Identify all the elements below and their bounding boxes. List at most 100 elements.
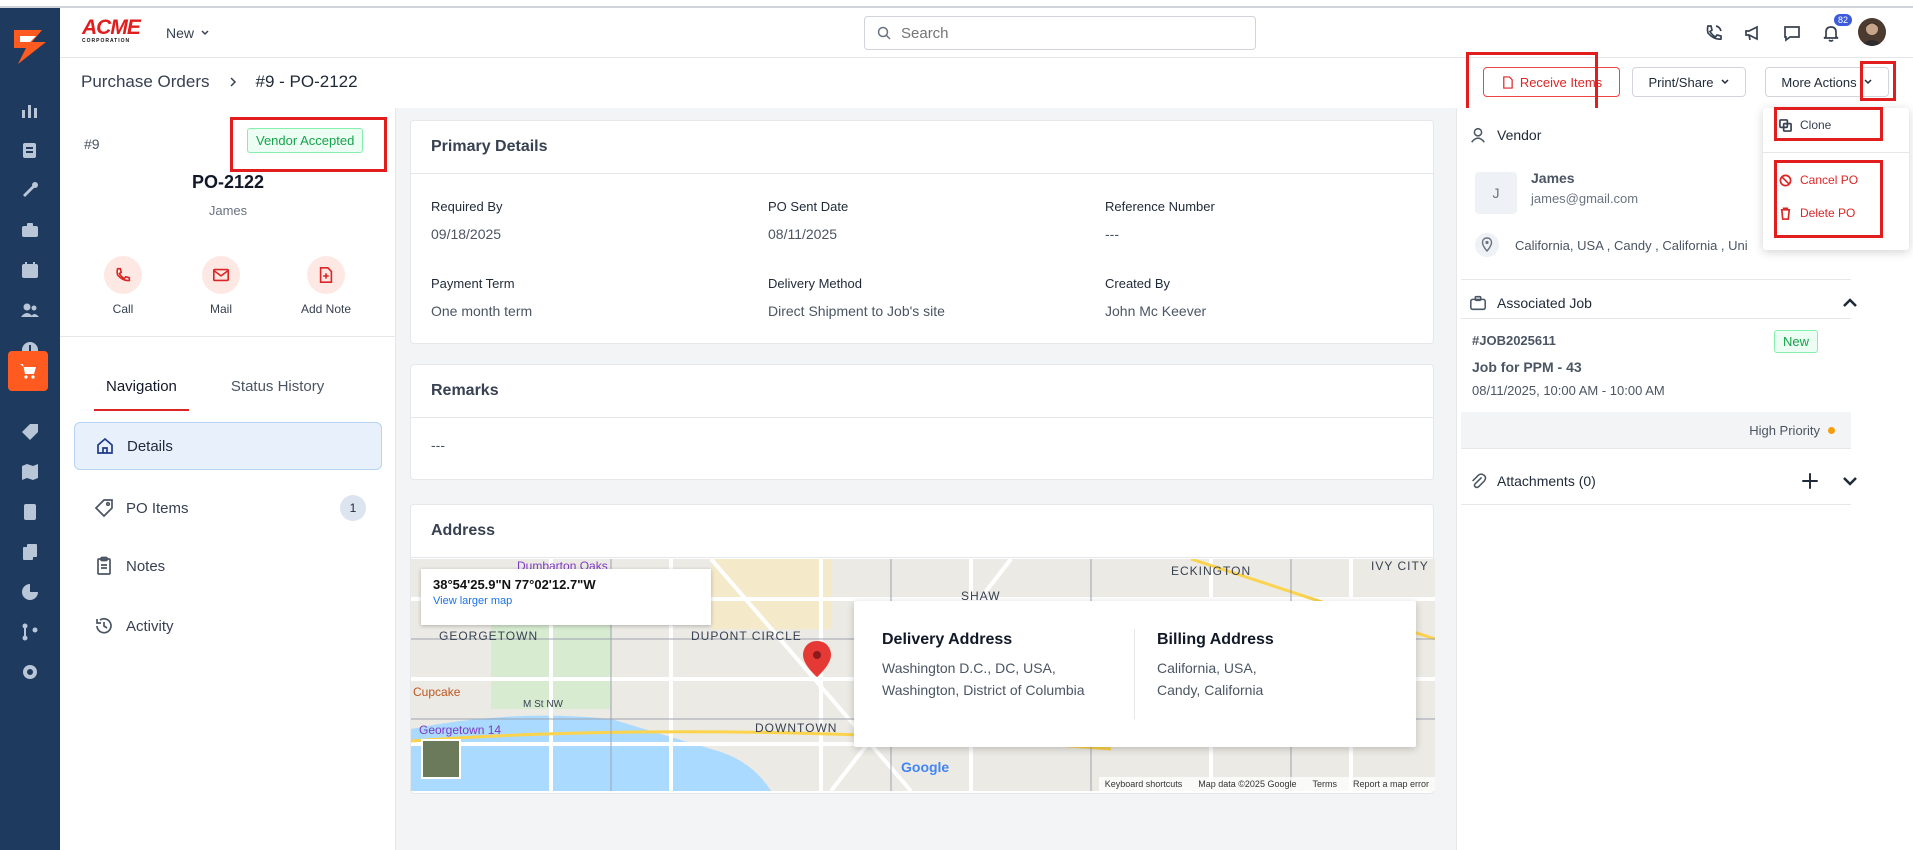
chat-icon[interactable] (1780, 21, 1804, 45)
workflow-icon[interactable] (0, 612, 60, 652)
vendor-location: California, USA , Candy , California , U… (1515, 238, 1748, 253)
invoices-icon[interactable] (0, 492, 60, 532)
map-keyboard-shortcuts[interactable]: Keyboard shortcuts (1105, 779, 1183, 789)
address-popup: Delivery Address Washington D.C., DC, US… (854, 601, 1416, 747)
search-input[interactable] (901, 24, 1231, 42)
phone-icon[interactable] (1702, 21, 1726, 45)
po-sent-date-value: 08/11/2025 (768, 226, 838, 242)
map-terms-link[interactable]: Terms (1312, 779, 1337, 789)
reference-number-label: Reference Number (1105, 199, 1215, 214)
map-label-eckington: ECKINGTON (1171, 564, 1252, 578)
chevron-down-icon (1720, 79, 1729, 85)
google-logo: Google (901, 759, 950, 775)
location-pin-icon (1475, 233, 1499, 257)
app-logo-icon[interactable] (8, 26, 52, 66)
required-by-label: Required By (431, 199, 503, 214)
map-footer: Keyboard shortcuts Map data ©2025 Google… (1098, 777, 1435, 791)
purchase-orders-cart-icon[interactable] (8, 351, 48, 391)
megaphone-icon[interactable] (1741, 21, 1765, 45)
map-label-ivy-city: IVY CITY (1371, 559, 1429, 573)
delivery-method-value: Direct Shipment to Job's site (768, 303, 945, 319)
page-subheader: Purchase Orders #9 - PO-2122 Receive Ite… (60, 58, 1913, 108)
user-avatar[interactable] (1858, 18, 1886, 46)
attachments-header[interactable]: Attachments (0) (1469, 472, 1859, 490)
menu-divider (1763, 152, 1909, 153)
map-report-link[interactable]: Report a map error (1353, 779, 1429, 789)
tab-navigation[interactable]: Navigation (94, 372, 189, 411)
mail-action[interactable]: Mail (186, 256, 256, 316)
job-id[interactable]: #JOB2025611 (1472, 333, 1556, 348)
remarks-value: --- (431, 437, 445, 453)
billing-address-title: Billing Address (1157, 631, 1274, 648)
map-label-georgetown14: Georgetown 14 (419, 723, 502, 737)
chevron-down-icon (201, 30, 209, 36)
po-title: PO-2122 (191, 172, 265, 192)
jobs-icon[interactable] (0, 210, 60, 250)
calendar-icon[interactable] (0, 250, 60, 290)
breadcrumb: Purchase Orders #9 - PO-2122 (81, 72, 358, 92)
delivery-address: Delivery Address Washington D.C., DC, US… (882, 631, 1085, 701)
delivery-method-field: Delivery Method Direct Shipment to Job's… (768, 276, 945, 319)
po-items-count-badge: 1 (340, 495, 366, 521)
history-icon (96, 617, 112, 634)
documents-icon[interactable] (0, 532, 60, 572)
brand-logo[interactable]: ACME CORPORATION (82, 17, 146, 48)
window-top-border (0, 0, 1913, 8)
job-priority: High Priority (1461, 412, 1851, 448)
nav-label-notes: Notes (126, 557, 166, 575)
chevron-right-icon (229, 77, 236, 87)
nav-label-details: Details (127, 437, 173, 455)
highlight-cancel-delete (1774, 160, 1883, 238)
associated-job-title: Associated Job (1497, 295, 1592, 311)
print-share-button[interactable]: Print/Share (1632, 67, 1746, 97)
add-note-action[interactable]: Add Note (291, 256, 361, 316)
po-summary-panel: #9 Vendor Accepted PO-2122 James Call Ma… (60, 108, 396, 850)
reference-number-field: Reference Number --- (1105, 199, 1215, 242)
bell-icon[interactable]: 82 (1819, 14, 1852, 45)
call-action[interactable]: Call (88, 256, 158, 316)
associated-job-header[interactable]: Associated Job (1469, 294, 1859, 312)
customers-icon[interactable] (0, 290, 60, 330)
delivery-address-line2: Washington, District of Columbia (882, 682, 1085, 698)
job-priority-label: High Priority (1749, 422, 1820, 438)
summary-divider (60, 336, 396, 337)
add-note-label: Add Note (300, 302, 352, 316)
breadcrumb-purchase-orders[interactable]: Purchase Orders (81, 72, 210, 92)
plus-icon[interactable] (1801, 472, 1819, 490)
analytics-pie-icon[interactable] (0, 572, 60, 612)
address-map[interactable]: GEORGETOWN DUPONT CIRCLE SHAW ECKINGTON … (411, 559, 1435, 791)
remarks-title: Remarks (411, 365, 1433, 418)
required-by-value: 09/18/2025 (431, 226, 502, 242)
map-label-m-st-nw: M St NW (523, 699, 563, 710)
tab-status-history[interactable]: Status History (219, 372, 336, 411)
satellite-toggle[interactable] (421, 739, 461, 779)
tasks-icon[interactable] (0, 130, 60, 170)
tools-icon[interactable] (0, 170, 60, 210)
vendor-section-title: Vendor (1497, 127, 1542, 143)
payment-term-field: Payment Term One month term (431, 276, 532, 319)
new-dropdown-button[interactable]: New (166, 25, 210, 41)
nav-item-po-items[interactable]: PO Items 1 (74, 484, 382, 532)
nav-item-activity[interactable]: Activity (74, 602, 382, 650)
view-larger-map-link[interactable]: View larger map (433, 595, 699, 607)
tag-icon (94, 499, 113, 518)
paperclip-icon (1472, 473, 1487, 489)
nav-item-notes[interactable]: Notes (74, 542, 382, 590)
vendor-email[interactable]: james@gmail.com (1531, 191, 1638, 206)
pricing-tag-icon[interactable] (0, 412, 60, 452)
map-icon[interactable] (0, 452, 60, 492)
nav-item-details[interactable]: Details (74, 422, 382, 470)
chevron-up-icon[interactable] (1841, 294, 1859, 312)
chevron-down-icon[interactable] (1841, 472, 1859, 490)
highlight-status (230, 117, 387, 172)
reports-icon[interactable] (0, 90, 60, 130)
settings-gear-icon[interactable] (0, 652, 60, 692)
remarks-card: Remarks --- (410, 364, 1434, 480)
app-rail (0, 8, 60, 850)
po-number: #9 (84, 136, 100, 152)
priority-divider (1461, 448, 1851, 449)
print-share-label: Print/Share (1648, 74, 1714, 90)
mail-icon (212, 268, 230, 282)
notification-count-badge: 82 (1833, 14, 1852, 26)
search-box[interactable] (864, 16, 1256, 50)
